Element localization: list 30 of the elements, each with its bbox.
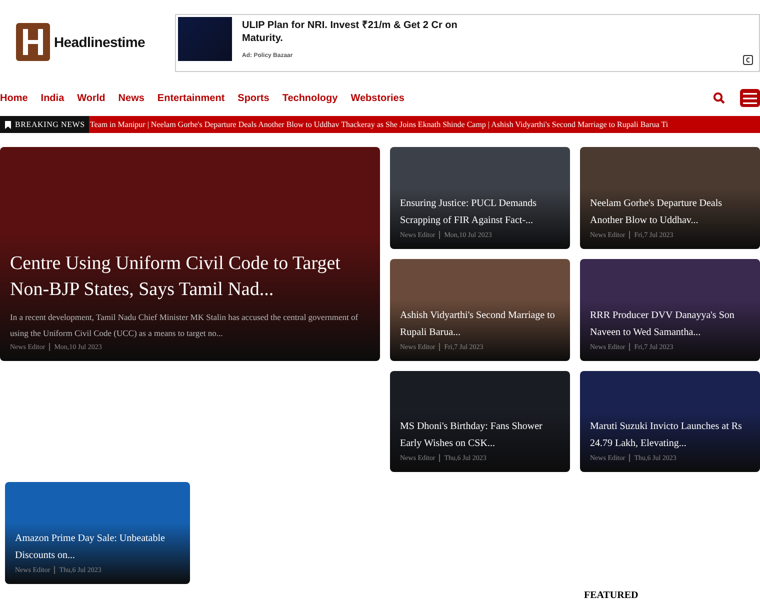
breaking-news-text: BREAKING NEWS — [15, 120, 85, 129]
nav-link[interactable]: Entertainment — [157, 92, 225, 104]
bookmark-icon — [5, 120, 11, 128]
story-summary: In a recent development, Tamil Nadu Chief Minister MK Stalin has accused the central government of using the Uniform Civil Code (UCC) as a means to target no... — [10, 311, 360, 340]
story-title[interactable]: MS Dhoni's Birthday: Fans Shower Early Wishes on CSK... — [400, 418, 561, 452]
story-title[interactable]: Neelam Gorhe's Departure Deals Another Blow to Uddhav... — [590, 195, 751, 229]
ad-info-icon[interactable] — [743, 55, 753, 65]
nav-link[interactable]: News — [118, 92, 144, 104]
news-ticker[interactable]: Team in Manipur | Neelam Gorhe's Departure Deals Another Blow to Uddhav Thackeray as She Joins Eknath Shinde Camp | Ashish Vidyarthi's Second Marriage to Rupali Barua Ti — [88, 120, 668, 129]
story-title[interactable]: Maruti Suzuki Invicto Launches at Rs 24.79 Lakh, Elevating... — [590, 418, 751, 452]
ad-title: ULIP Plan for NRI. Invest ₹21/m & Get 2 Cr on Maturity. — [242, 19, 458, 45]
search-icon[interactable] — [713, 92, 725, 104]
news-card[interactable] — [0, 147, 380, 361]
menu-button[interactable] — [740, 89, 760, 107]
story-title[interactable]: RRR Producer DVV Danayya's Son Naveen to Wed Samantha... — [590, 307, 751, 341]
logo-icon — [16, 23, 50, 61]
nav-link[interactable]: Webstories — [350, 92, 404, 104]
story-title[interactable]: Amazon Prime Day Sale: Unbeatable Discounts on... — [15, 530, 181, 564]
nav-link[interactable]: India — [40, 92, 64, 104]
story-title[interactable]: Ensuring Justice: PUCL Demands Scrapping of FIR Against Fact-... — [400, 195, 561, 229]
menu-icon — [743, 92, 757, 104]
ad-image — [178, 17, 232, 61]
nav-link[interactable]: World — [77, 92, 106, 104]
nav-link[interactable]: Technology — [282, 92, 338, 104]
story-title[interactable]: Ashish Vidyarthi's Second Marriage to Rupali Barua... — [400, 307, 561, 341]
section-heading: FEATURED — [584, 590, 638, 600]
site-name[interactable]: Headlinestime — [54, 34, 146, 50]
nav-link[interactable]: Home — [0, 92, 28, 104]
story-title[interactable]: Centre Using Uniform Civil Code to Target Non-BJP States, Says Tamil Nad... — [10, 251, 371, 303]
nav-link[interactable]: Sports — [238, 92, 270, 104]
